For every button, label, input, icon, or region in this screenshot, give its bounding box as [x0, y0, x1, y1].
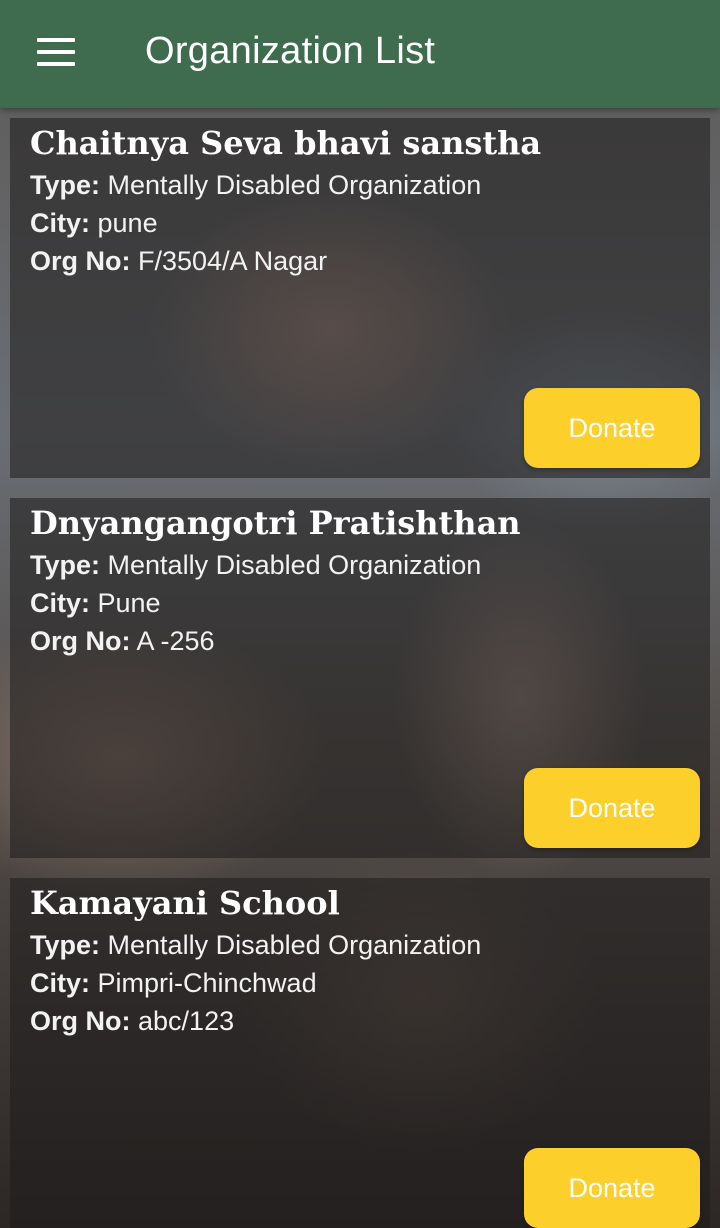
- city-value: pune: [97, 208, 158, 238]
- type-label: Type:: [30, 930, 101, 960]
- org-no-label: Org No:: [30, 1006, 131, 1036]
- city-label: City:: [30, 968, 90, 998]
- organization-org-no: Org No: F/3504/A Nagar: [30, 246, 327, 277]
- hamburger-menu-icon: [37, 62, 75, 66]
- menu-button[interactable]: [22, 22, 90, 82]
- donate-button[interactable]: Donate: [524, 768, 700, 848]
- org-no-label: Org No:: [30, 626, 131, 656]
- donate-button[interactable]: Donate: [524, 388, 700, 468]
- organization-org-no: Org No: A -256: [30, 626, 215, 657]
- page-title: Organization List: [145, 30, 436, 72]
- organization-card: Kamayani School Type: Mentally Disabled …: [10, 878, 710, 1228]
- organization-name: Kamayani School: [30, 884, 340, 922]
- organization-type: Type: Mentally Disabled Organization: [30, 930, 481, 961]
- hamburger-menu-icon: [37, 38, 75, 42]
- type-label: Type:: [30, 550, 101, 580]
- organization-type: Type: Mentally Disabled Organization: [30, 550, 481, 581]
- organization-type: Type: Mentally Disabled Organization: [30, 170, 481, 201]
- organization-city: City: Pimpri-Chinchwad: [30, 968, 317, 999]
- organization-list: Chaitnya Seva bhavi sanstha Type: Mental…: [10, 118, 710, 1228]
- organization-name: Dnyangangotri Pratishthan: [30, 504, 521, 542]
- city-label: City:: [30, 208, 90, 238]
- organization-city: City: Pune: [30, 588, 161, 619]
- donate-button[interactable]: Donate: [524, 1148, 700, 1228]
- city-value: Pimpri-Chinchwad: [97, 968, 317, 998]
- org-no-label: Org No:: [30, 246, 131, 276]
- org-no-value: F/3504/A Nagar: [138, 246, 328, 276]
- org-no-value: abc/123: [138, 1006, 235, 1036]
- city-label: City:: [30, 588, 90, 618]
- type-value: Mentally Disabled Organization: [107, 550, 482, 580]
- organization-city: City: pune: [30, 208, 158, 239]
- hamburger-menu-icon: [37, 50, 75, 54]
- organization-card: Chaitnya Seva bhavi sanstha Type: Mental…: [10, 118, 710, 478]
- organization-org-no: Org No: abc/123: [30, 1006, 234, 1037]
- app-bar: Organization List: [0, 0, 720, 108]
- org-no-value: A -256: [136, 626, 215, 656]
- type-label: Type:: [30, 170, 101, 200]
- type-value: Mentally Disabled Organization: [107, 170, 482, 200]
- organization-name: Chaitnya Seva bhavi sanstha: [30, 124, 542, 162]
- organization-card: Dnyangangotri Pratishthan Type: Mentally…: [10, 498, 710, 858]
- city-value: Pune: [97, 588, 161, 618]
- type-value: Mentally Disabled Organization: [107, 930, 482, 960]
